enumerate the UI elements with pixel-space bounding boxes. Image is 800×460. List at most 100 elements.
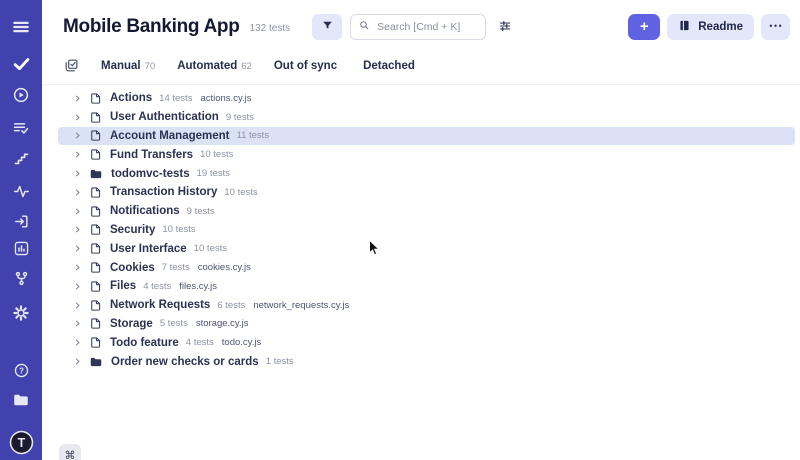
svg-text:T: T [17, 435, 25, 449]
filter-settings-button[interactable] [496, 17, 514, 38]
test-file-row[interactable]: Todo feature 4 tests todo.cy.js [58, 333, 795, 352]
logo-t-icon: T [9, 430, 34, 455]
search-input[interactable] [375, 20, 478, 34]
sidebar-item-folder[interactable] [7, 386, 35, 414]
test-file-row[interactable]: todomvc-tests 19 tests [58, 164, 795, 183]
list-check-icon [12, 119, 30, 137]
sidebar-item-help[interactable]: ? [7, 356, 35, 384]
test-group-name: Security [110, 224, 155, 236]
sidebar-item-check[interactable] [7, 49, 35, 77]
test-file-row[interactable]: Notifications 9 tests [58, 202, 795, 221]
file-icon [89, 111, 102, 124]
search-box[interactable] [350, 14, 486, 40]
main-area: Mobile Banking App 132 tests + [42, 0, 800, 460]
tab-detached[interactable]: Detached [363, 60, 419, 72]
folder-icon [89, 355, 103, 369]
test-file-row[interactable]: User Authentication 9 tests [58, 108, 795, 127]
readme-label: Readme [698, 21, 743, 33]
readme-button[interactable]: Readme [667, 14, 754, 40]
filter-button[interactable] [312, 14, 342, 40]
test-group-name: Account Management [110, 130, 230, 142]
test-count: 4 tests [186, 337, 214, 348]
test-file-row[interactable]: Storage 5 tests storage.cy.js [58, 315, 795, 334]
sidebar-item-sign-in[interactable] [7, 207, 35, 235]
tab-automated[interactable]: Automated 62 [177, 60, 252, 72]
test-group-name: User Authentication [110, 111, 219, 123]
app-window: ?T Mobile Banking App 132 tests [0, 0, 800, 460]
chevron-right-icon[interactable] [73, 338, 82, 347]
test-group-name: todomvc-tests [111, 168, 190, 180]
test-count: 4 tests [143, 281, 171, 292]
sidebar-item-menu[interactable] [7, 13, 35, 41]
test-file-row[interactable]: Account Management 11 tests [58, 127, 795, 146]
tab-count: 62 [241, 61, 252, 72]
chevron-right-icon[interactable] [73, 169, 82, 178]
chevron-right-icon[interactable] [73, 94, 82, 103]
test-group-name: Storage [110, 318, 153, 330]
chevron-right-icon[interactable] [73, 263, 82, 272]
chevron-right-icon[interactable] [73, 244, 82, 253]
test-group-name: Cookies [110, 262, 155, 274]
chevron-right-icon[interactable] [73, 150, 82, 159]
test-file-row[interactable]: Transaction History 10 tests [58, 183, 795, 202]
test-group-name: User Interface [110, 243, 187, 255]
test-file-row[interactable]: Files 4 tests files.cy.js [58, 277, 795, 296]
test-group-name: Transaction History [110, 186, 217, 198]
test-count: 14 tests [159, 93, 192, 104]
sidebar-item-steps[interactable] [7, 144, 35, 172]
chevron-right-icon[interactable] [73, 301, 82, 310]
test-count: 9 tests [187, 206, 215, 217]
chevron-right-icon[interactable] [73, 188, 82, 197]
select-all-checkbox-icon[interactable] [64, 58, 79, 73]
file-icon [89, 186, 102, 199]
chevron-right-icon[interactable] [73, 225, 82, 234]
chevron-right-icon[interactable] [73, 207, 82, 216]
test-file-row[interactable]: Security 10 tests [58, 221, 795, 240]
chevron-right-icon[interactable] [73, 113, 82, 122]
chevron-right-icon[interactable] [73, 131, 82, 140]
sidebar-item-gear[interactable] [7, 299, 35, 327]
test-group-name: Fund Transfers [110, 149, 193, 161]
command-shortcut-button[interactable]: ⌘ [59, 444, 81, 460]
help-icon: ? [13, 362, 30, 379]
add-button[interactable]: + [628, 14, 660, 40]
test-count: 19 tests [197, 168, 230, 179]
sidebar-item-bar-chart[interactable] [7, 234, 35, 262]
chevron-right-icon[interactable] [73, 282, 82, 291]
test-group-name: Files [110, 280, 136, 292]
sliders-icon [498, 19, 512, 36]
sidebar-item-pulse[interactable] [7, 177, 35, 205]
sign-in-icon [13, 213, 30, 230]
test-group-name: Network Requests [110, 299, 210, 311]
header: Mobile Banking App 132 tests + [63, 13, 790, 41]
tab-count: 70 [145, 61, 156, 72]
test-file-row[interactable]: Order new checks or cards 1 tests [58, 352, 795, 371]
chevron-right-icon[interactable] [73, 357, 82, 366]
tests-count-label: 132 tests [250, 23, 291, 34]
test-file-row[interactable]: Actions 14 tests actions.cy.js [58, 89, 795, 108]
test-file-row[interactable]: Network Requests 6 tests network_request… [58, 296, 795, 315]
gear-icon [12, 304, 30, 322]
chevron-right-icon[interactable] [73, 319, 82, 328]
test-count: 5 tests [160, 318, 188, 329]
git-branch-icon [13, 270, 30, 287]
tabs: Manual 70 Automated 62 Out of sync Detac… [101, 60, 419, 72]
test-file-row[interactable]: Cookies 7 tests cookies.cy.js [58, 258, 795, 277]
sidebar-item-git-branch[interactable] [7, 264, 35, 292]
test-group-name: Notifications [110, 205, 180, 217]
file-icon [89, 261, 102, 274]
file-path: files.cy.js [179, 281, 217, 292]
file-icon [89, 129, 102, 142]
tab-out-of-sync[interactable]: Out of sync [274, 60, 341, 72]
menu-icon [11, 17, 31, 37]
sidebar-item-play-circle[interactable] [7, 81, 35, 109]
more-options-button[interactable]: ⋯ [761, 14, 790, 40]
sidebar-item-logo-t[interactable]: T [7, 428, 35, 456]
test-file-row[interactable]: Fund Transfers 10 tests [58, 145, 795, 164]
file-path: storage.cy.js [196, 318, 249, 329]
sidebar-item-list-check[interactable] [7, 114, 35, 142]
pulse-icon [13, 183, 30, 200]
tab-manual[interactable]: Manual 70 [101, 60, 155, 72]
test-count: 11 tests [237, 130, 270, 141]
test-file-row[interactable]: User Interface 10 tests [58, 239, 795, 258]
